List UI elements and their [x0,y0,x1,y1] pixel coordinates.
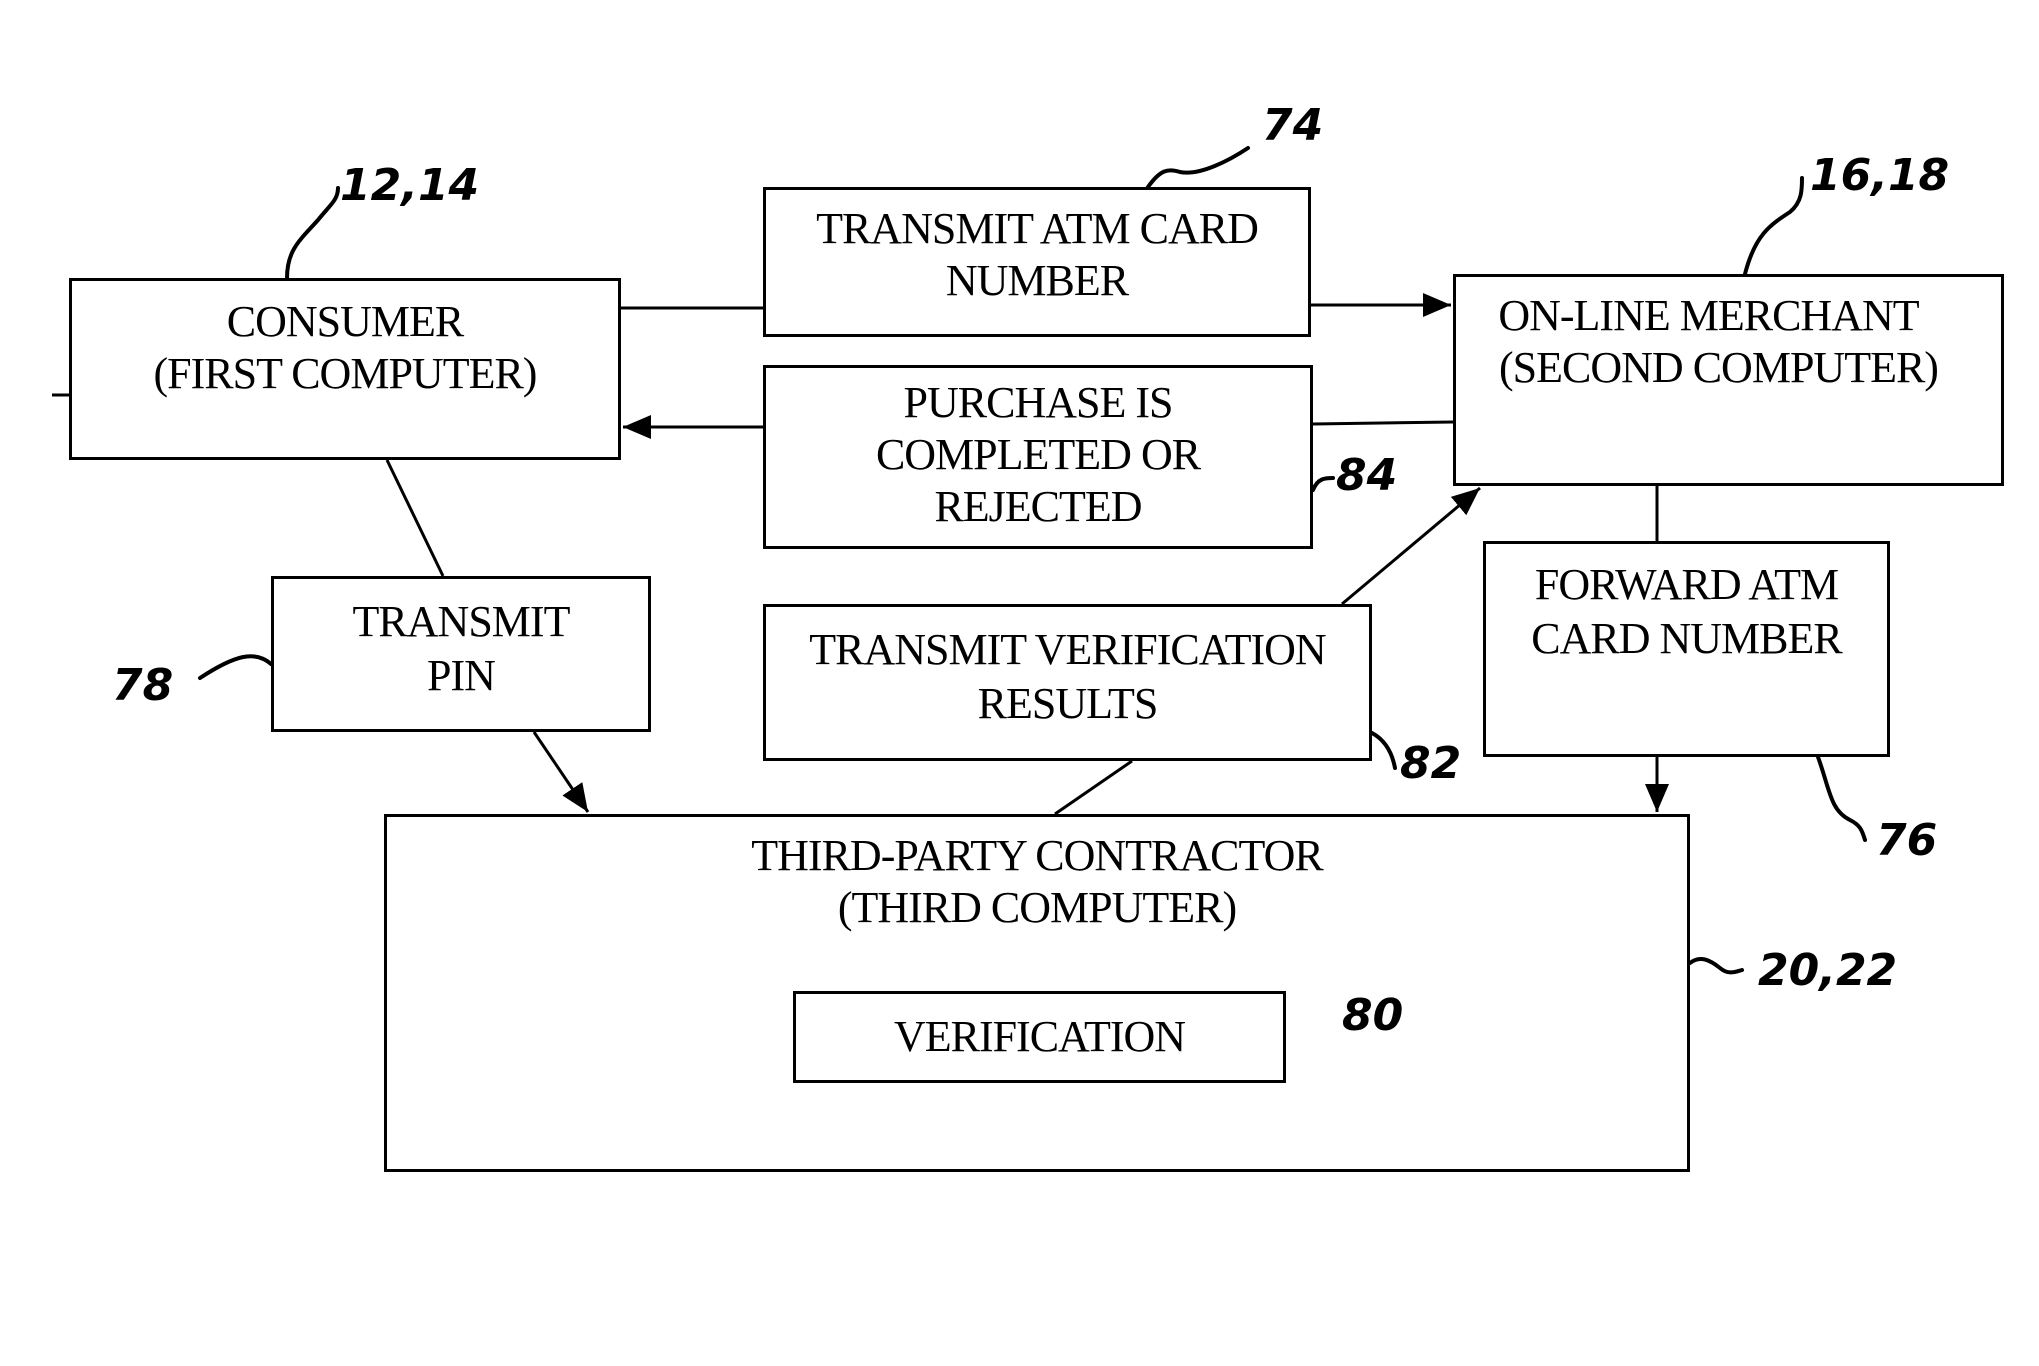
leader-76 [1816,755,1867,842]
node-purchase-line-2: COMPLETED OR [875,430,1201,479]
ref-transmit-verification: 82 [1400,738,1462,789]
ref-transmit-atm: 74 [1262,100,1324,151]
edge-third-party-to-verification-results [1054,759,1133,816]
edge-verification-results-to-merchant [1341,486,1481,606]
leader-12-14 [285,186,340,280]
node-forward-atm: FORWARD ATM CARD NUMBER [1483,541,1890,757]
leader-82 [1370,731,1397,770]
node-merchant-line-2: (SECOND COMPUTER) [1499,343,1939,392]
ref-merchant: 16,18 [1810,150,1950,201]
node-transmit-verification-line-2: RESULTS [977,679,1159,728]
ref-forward-atm: 76 [1876,815,1938,866]
node-third-party-line-1: THIRD-PARTY CONTRACTOR [751,831,1323,880]
node-transmit-verification: TRANSMIT VERIFICATION RESULTS [763,604,1372,761]
node-consumer-line-1: CONSUMER [226,297,465,346]
node-purchase: PURCHASE IS COMPLETED OR REJECTED [763,365,1313,549]
node-consumer-line-2: (FIRST COMPUTER) [153,349,538,398]
node-verification: VERIFICATION [793,991,1286,1083]
edge-consumer-to-transmit-pin [385,459,445,577]
node-forward-atm-line-2: CARD NUMBER [1531,614,1843,663]
node-purchase-line-1: PURCHASE IS [903,378,1174,427]
node-transmit-pin: TRANSMIT PIN [271,576,651,732]
ref-transmit-pin: 78 [112,660,174,711]
node-transmit-pin-line-1: TRANSMIT [352,597,571,646]
node-purchase-line-3: REJECTED [934,482,1142,531]
node-forward-atm-line-1: FORWARD ATM [1534,560,1839,609]
leader-84 [1311,476,1335,492]
node-transmit-atm: TRANSMIT ATM CARD NUMBER [763,187,1311,337]
ref-third-party: 20,22 [1758,945,1898,996]
leader-20-22 [1688,956,1744,975]
node-third-party-line-2: (THIRD COMPUTER) [837,883,1237,932]
ref-purchase: 84 [1336,450,1398,501]
node-verification-line-1: VERIFICATION [893,1012,1186,1061]
ref-verification: 80 [1342,990,1404,1041]
node-transmit-verification-line-1: TRANSMIT VERIFICATION [809,625,1326,674]
node-transmit-atm-line-1: TRANSMIT ATM CARD [816,204,1259,253]
node-transmit-atm-line-2: NUMBER [945,256,1129,305]
leader-78 [198,654,273,680]
node-consumer: CONSUMER (FIRST COMPUTER) [69,278,621,460]
leader-74 [1146,146,1250,189]
node-transmit-pin-line-2: PIN [427,651,496,700]
edge-merchant-to-purchase [1312,420,1454,426]
node-merchant: ON-LINE MERCHANT (SECOND COMPUTER) [1453,274,2004,486]
edge-transmit-pin-to-third-party [532,731,590,813]
leader-16-18 [1743,176,1804,276]
node-merchant-line-1: ON-LINE MERCHANT [1498,291,1919,340]
ref-consumer: 12,14 [340,160,480,211]
